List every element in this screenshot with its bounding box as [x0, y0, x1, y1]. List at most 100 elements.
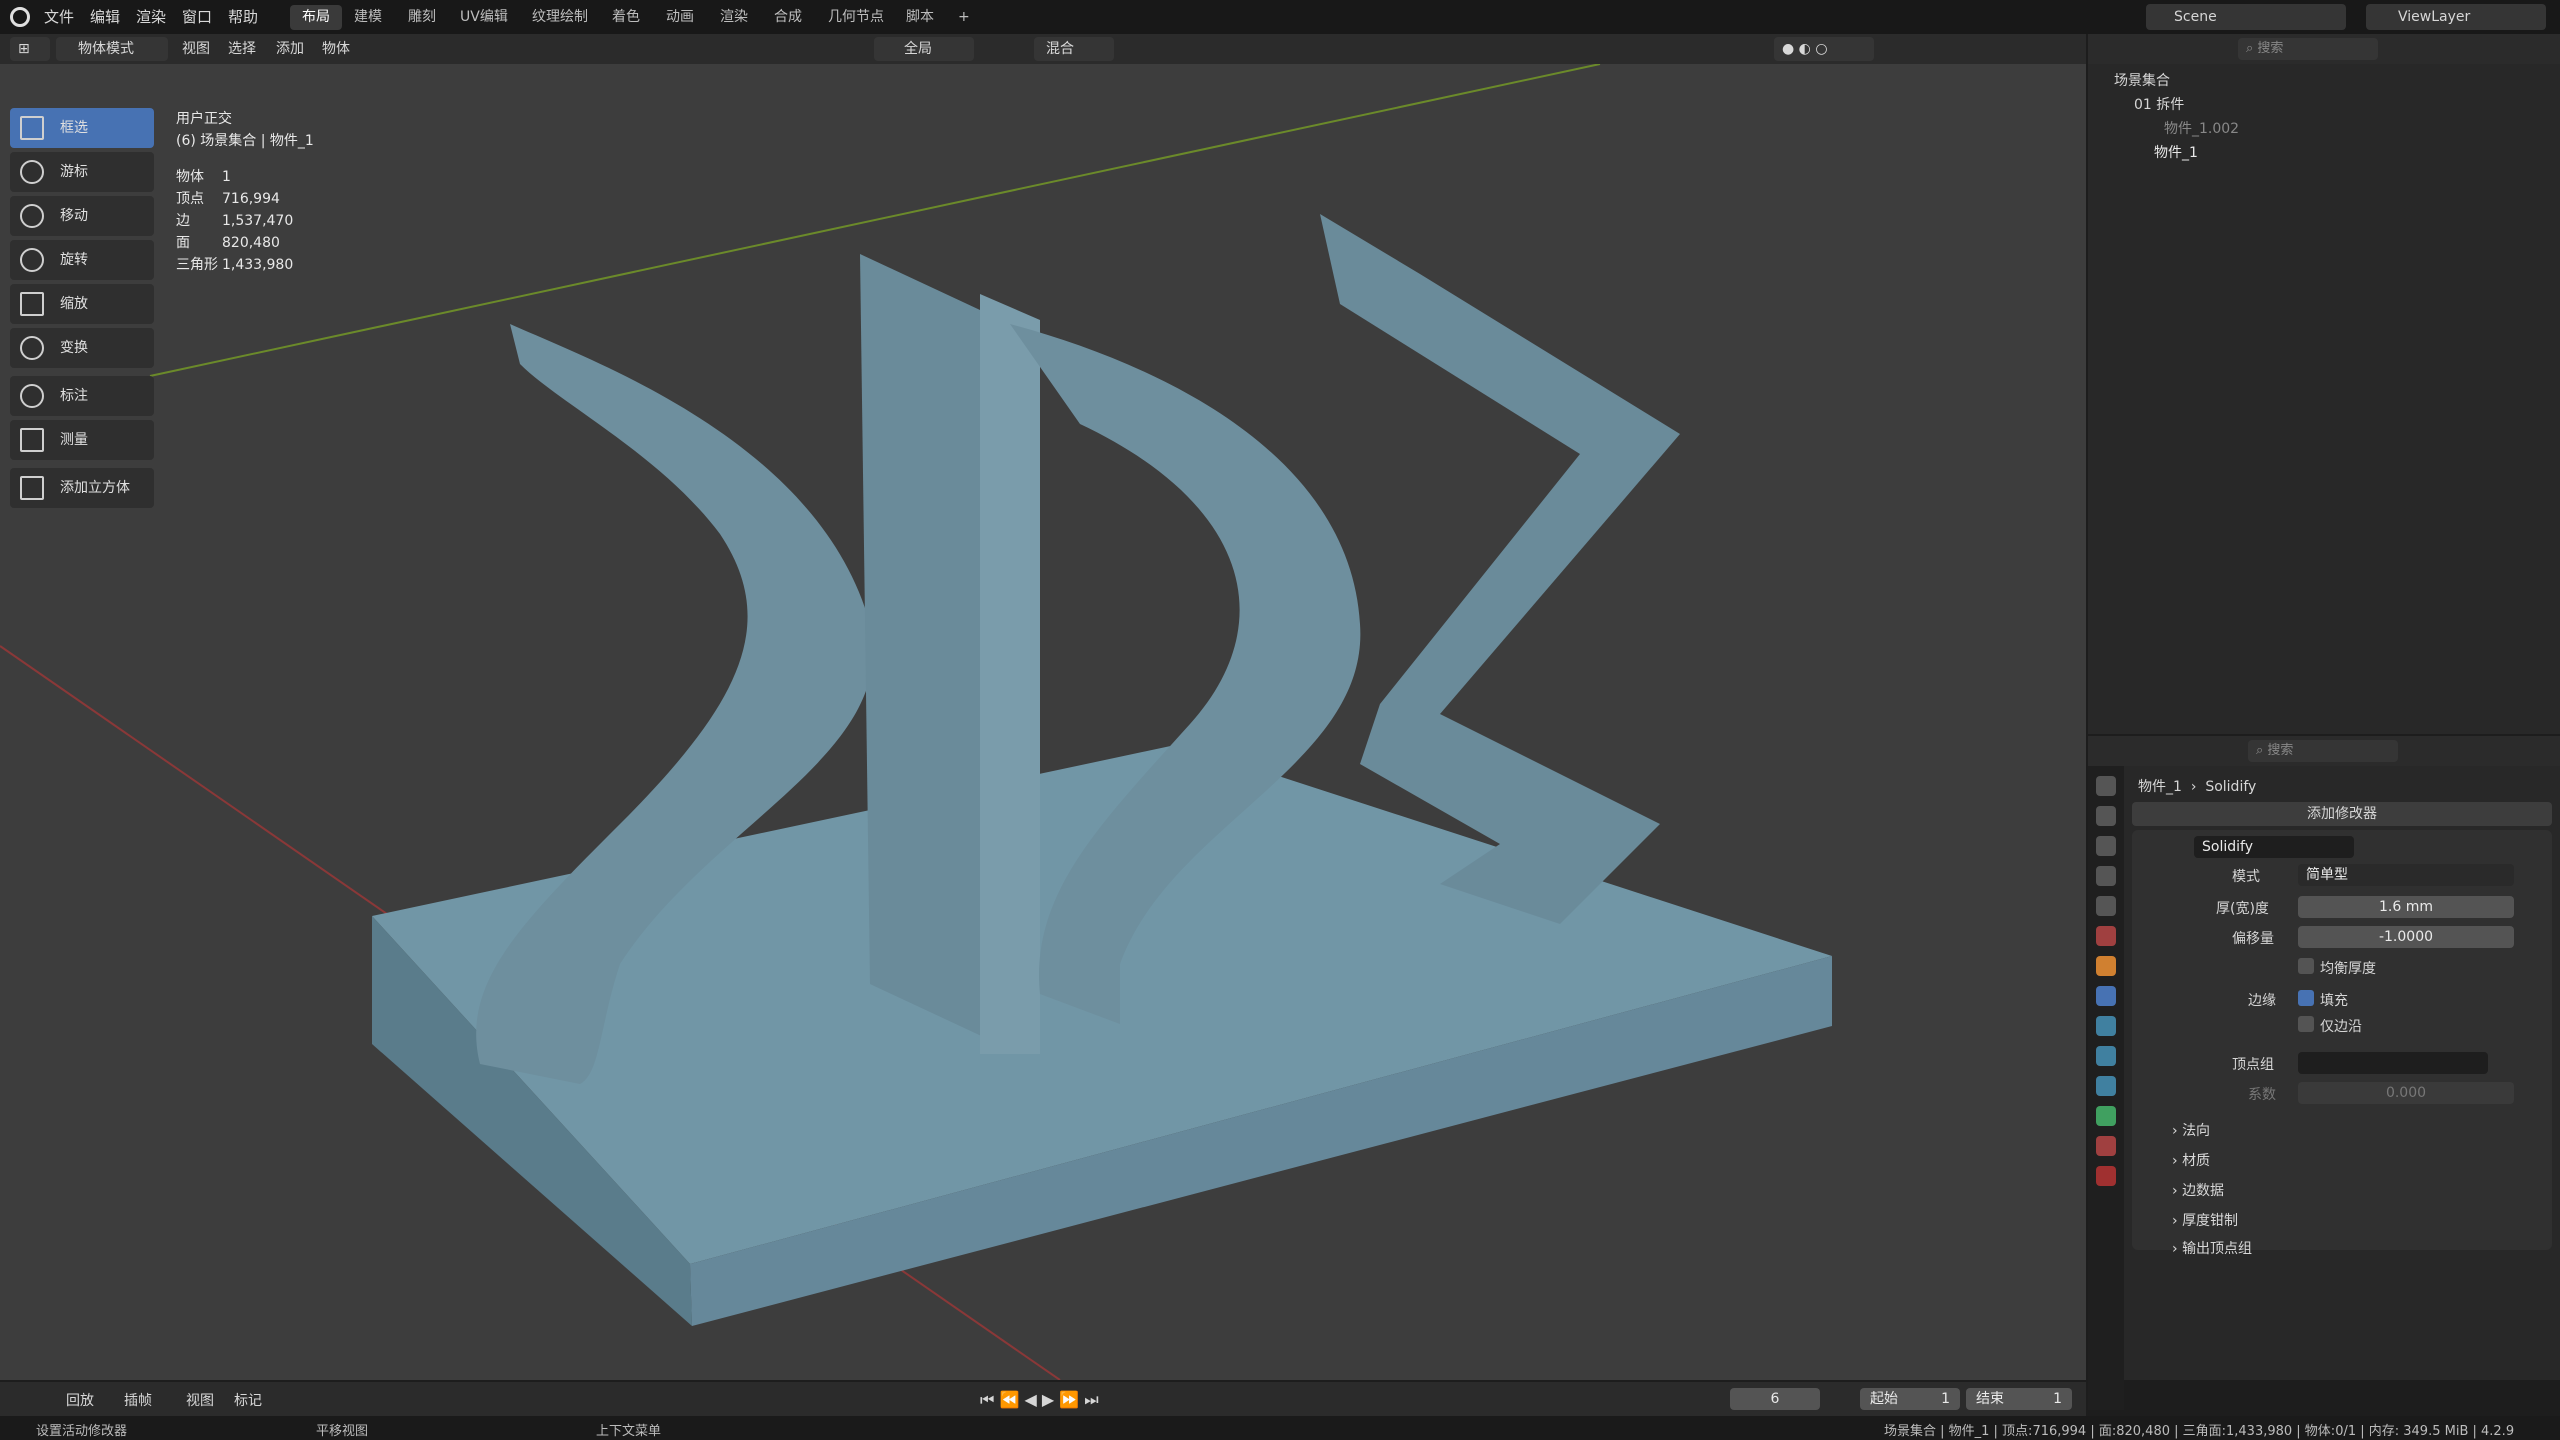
tool-tab-icon[interactable]	[2096, 776, 2116, 796]
rim-only-checkbox[interactable]	[2298, 1016, 2314, 1032]
tab-modeling[interactable]: 建模	[342, 5, 394, 30]
tool-transform[interactable]: 变换	[10, 328, 154, 368]
status-hint-middle: 平移视图	[316, 1424, 369, 1439]
orientation-label: 全局	[904, 41, 932, 57]
physics-tab-icon[interactable]	[2096, 1046, 2116, 1066]
subpanel-edge-data[interactable]: › 边数据	[2172, 1180, 2224, 1200]
vertex-group-field[interactable]	[2298, 1052, 2488, 1074]
menu-help[interactable]: 帮助	[228, 6, 258, 27]
offset-field[interactable]: -1.0000	[2298, 926, 2514, 948]
particles-tab-icon[interactable]	[2096, 1016, 2116, 1036]
move-icon	[20, 204, 44, 228]
rim-only-label: 仅边沿	[2320, 1019, 2362, 1035]
output-tab-icon[interactable]	[2096, 836, 2116, 856]
rotate-icon	[20, 248, 44, 272]
thickness-field[interactable]: 1.6 mm	[2298, 896, 2514, 918]
tab-compositing[interactable]: 合成	[762, 5, 814, 30]
even-thickness-checkbox[interactable]	[2298, 958, 2314, 974]
editor-type-icon[interactable]: ⊞	[10, 37, 50, 61]
outliner-search[interactable]: ⌕ 搜索	[2238, 38, 2378, 60]
properties-search[interactable]: ⌕ 搜索	[2248, 740, 2398, 762]
start-frame-field[interactable]: 起始 1	[1860, 1388, 1960, 1410]
add-modifier-button[interactable]: 添加修改器	[2132, 802, 2552, 826]
3d-viewport[interactable]: 用户正交 (6) 场景集合 | 物件_1 物体 1 顶点 716,994 边 1,53…	[0, 64, 2086, 1380]
add-workspace-button[interactable]: +	[946, 5, 982, 30]
thickness-label: 厚(宽)度	[2216, 901, 2269, 917]
modifier-name-field[interactable]: Solidify	[2194, 836, 2354, 858]
tool-move[interactable]: 移动	[10, 196, 154, 236]
end-frame-field[interactable]: 结束 1	[1966, 1388, 2072, 1410]
fill-rim-label: 填充	[2320, 993, 2348, 1009]
scene-statistics: 场景集合 | 物件_1 | 顶点:716,994 | 面:820,480 | 三…	[1884, 1424, 2515, 1439]
menu-object[interactable]: 物体	[322, 37, 350, 61]
mode-selector[interactable]: 物体模式	[56, 37, 168, 61]
outliner-header: ⌕ 搜索	[2088, 34, 2560, 64]
menu-keying[interactable]: 插帧	[124, 1389, 152, 1413]
fill-rim-checkbox[interactable]	[2298, 990, 2314, 1006]
tool-rotate[interactable]: 旋转	[10, 240, 154, 280]
properties-editor: ⌕ 搜索 物件_1 › Solidify 添加修改器 Solidify 模式 简…	[2088, 736, 2560, 1410]
outliner-item[interactable]: 物件_1.002	[2164, 118, 2239, 138]
outliner: ⌕ 搜索 场景集合 01 拆件 物件_1.002 物件_1	[2088, 34, 2560, 734]
tool-annotate[interactable]: 标注	[10, 376, 154, 416]
menu-playback[interactable]: 回放	[66, 1389, 94, 1413]
scale-icon	[20, 292, 44, 316]
tool-scale[interactable]: 缩放	[10, 284, 154, 324]
subpanel-normals[interactable]: › 法向	[2172, 1120, 2210, 1140]
scene-tab-icon[interactable]	[2096, 896, 2116, 916]
menu-window[interactable]: 窗口	[182, 6, 212, 27]
factor-field[interactable]: 0.000	[2298, 1082, 2514, 1104]
outliner-item[interactable]: 物件_1	[2154, 142, 2198, 162]
data-tab-icon[interactable]	[2096, 1106, 2116, 1126]
menu-edit[interactable]: 编辑	[90, 6, 120, 27]
status-hint-left: 设置活动修改器	[36, 1424, 128, 1439]
subpanel-materials[interactable]: › 材质	[2172, 1150, 2210, 1170]
constraints-tab-icon[interactable]	[2096, 1076, 2116, 1096]
subpanel-thickness-clamp[interactable]: › 厚度钳制	[2172, 1210, 2238, 1230]
tab-layout[interactable]: 布局	[290, 5, 342, 30]
tab-animation[interactable]: 动画	[654, 5, 706, 30]
menu-select[interactable]: 选择	[228, 37, 256, 61]
current-frame-field[interactable]: 6	[1730, 1388, 1820, 1410]
tab-shading[interactable]: 着色	[600, 5, 652, 30]
tab-rendering[interactable]: 渲染	[708, 5, 760, 30]
texture-tab-icon[interactable]	[2096, 1166, 2116, 1186]
world-tab-icon[interactable]	[2096, 926, 2116, 946]
menu-add[interactable]: 添加	[276, 37, 304, 61]
outliner-collection[interactable]: 01 拆件	[2134, 94, 2184, 114]
stat-objects: 物体 1	[176, 169, 231, 185]
tool-cursor[interactable]: 游标	[10, 152, 154, 192]
tab-geometry-nodes[interactable]: 几何节点	[816, 5, 896, 30]
subpanel-output-vgroups[interactable]: › 输出顶点组	[2172, 1238, 2252, 1258]
tab-uv-editing[interactable]: UV编辑	[448, 5, 520, 30]
shading-buttons[interactable]: ● ◐ ○	[1774, 37, 1874, 61]
mode-dropdown[interactable]: 简单型	[2298, 864, 2514, 886]
tool-select-box[interactable]: 框选	[10, 108, 154, 148]
view-layer-selector[interactable]: ViewLayer	[2366, 4, 2546, 30]
view-layer-tab-icon[interactable]	[2096, 866, 2116, 886]
collection-path: (6) 场景集合 | 物件_1	[176, 133, 314, 149]
render-tab-icon[interactable]	[2096, 806, 2116, 826]
material-tab-icon[interactable]	[2096, 1136, 2116, 1156]
menu-file[interactable]: 文件	[44, 6, 74, 27]
modifier-tab-icon[interactable]	[2096, 986, 2116, 1006]
even-thickness-label: 均衡厚度	[2320, 961, 2376, 977]
tab-texture-paint[interactable]: 纹理绘制	[520, 5, 600, 30]
menu-render[interactable]: 渲染	[136, 6, 166, 27]
tab-scripting[interactable]: 脚本	[894, 5, 946, 30]
object-tab-icon[interactable]	[2096, 956, 2116, 976]
orientation-selector[interactable]: 全局	[874, 37, 974, 61]
tab-sculpting[interactable]: 雕刻	[396, 5, 448, 30]
tool-add-cube[interactable]: 添加立方体	[10, 468, 154, 508]
tool-measure[interactable]: 测量	[10, 420, 154, 460]
center-pillar-side	[980, 294, 1040, 1054]
snap-selector[interactable]: 混合	[1034, 37, 1114, 61]
playback-controls[interactable]: ⏮ ⏪ ◀ ▶ ⏩ ⏭	[980, 1390, 1099, 1410]
outliner-root[interactable]: 场景集合	[2114, 70, 2170, 90]
scene-selector[interactable]: Scene	[2146, 4, 2346, 30]
vertex-group-label: 顶点组	[2232, 1057, 2274, 1073]
menu-marker[interactable]: 标记	[234, 1389, 262, 1413]
blender-logo-icon[interactable]	[10, 7, 30, 27]
menu-view[interactable]: 视图	[186, 1389, 214, 1413]
menu-view[interactable]: 视图	[182, 37, 210, 61]
